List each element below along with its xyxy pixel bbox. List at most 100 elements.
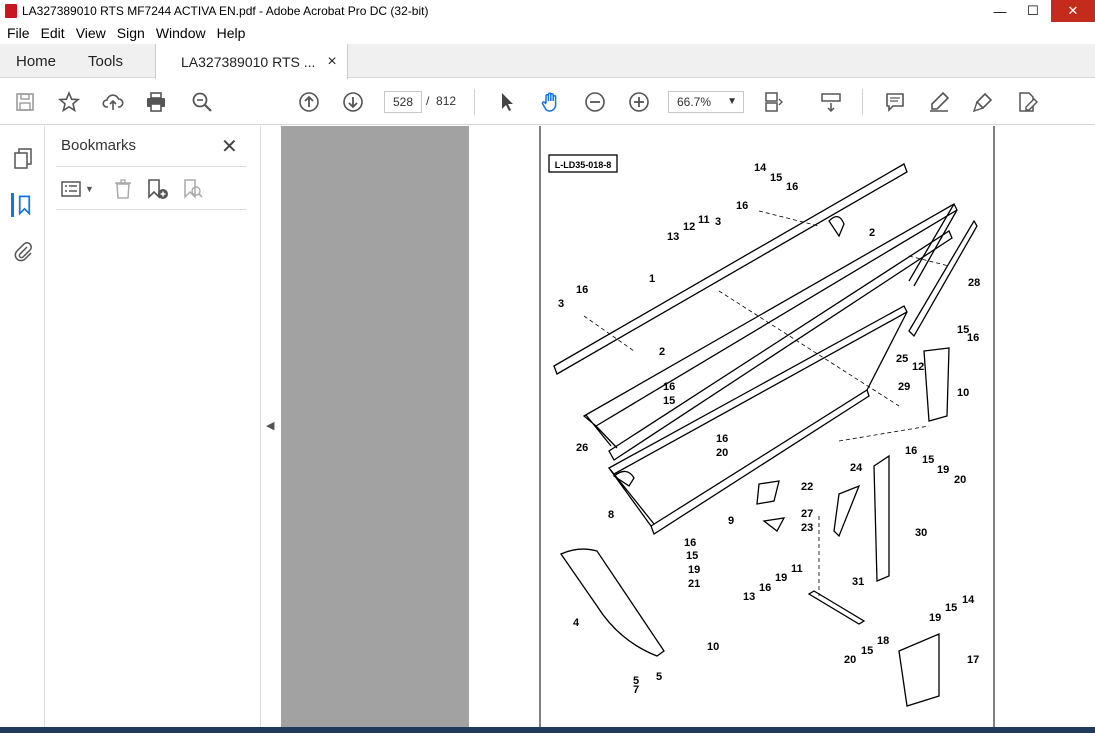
find-bookmark-button[interactable] xyxy=(182,178,204,203)
callout-number: 15 xyxy=(770,172,782,184)
callout-number: 25 xyxy=(896,353,908,365)
bookmark-options-button[interactable]: ▼ xyxy=(60,178,94,200)
callout-number: 27 xyxy=(801,508,813,520)
menu-bar: File Edit View Sign Window Help xyxy=(0,22,1095,44)
callout-number: 14 xyxy=(754,162,767,174)
part-28-rod xyxy=(908,219,978,338)
collapse-panel-icon[interactable]: ◀ xyxy=(266,419,274,432)
close-panel-icon[interactable]: ✕ xyxy=(221,134,238,159)
menu-window[interactable]: Window xyxy=(156,25,206,41)
scroll-mode-button[interactable] xyxy=(818,89,844,115)
callout-number: 14 xyxy=(962,594,975,606)
bookmark-star-button[interactable] xyxy=(56,89,82,115)
edit-document-icon xyxy=(1019,92,1038,112)
left-navigation-rail xyxy=(0,126,45,733)
reference-code: L-LD35-018-8 xyxy=(555,160,612,170)
comment-icon xyxy=(886,93,904,112)
tab-home[interactable]: Home xyxy=(16,44,56,78)
page-fit-button[interactable] xyxy=(760,89,786,115)
trash-icon xyxy=(115,179,131,199)
callout-number: 5 xyxy=(656,671,662,683)
part-31-rod xyxy=(807,590,866,625)
minus-circle-icon xyxy=(585,92,605,112)
callout-number: 4 xyxy=(573,617,580,629)
menu-sign[interactable]: Sign xyxy=(117,25,145,41)
save-button[interactable] xyxy=(12,89,38,115)
part-17-plate xyxy=(898,633,940,707)
bookmarks-button[interactable] xyxy=(11,193,35,217)
delete-bookmark-button[interactable] xyxy=(112,178,134,203)
select-tool-button[interactable] xyxy=(494,89,520,115)
callout-number: 20 xyxy=(716,447,728,459)
menu-view[interactable]: View xyxy=(76,25,106,41)
bookmarks-panel: Bookmarks ✕ ▼ xyxy=(46,126,260,733)
next-page-button[interactable] xyxy=(340,89,366,115)
callout-number: 18 xyxy=(877,635,889,647)
callout-number: 10 xyxy=(707,641,719,653)
bookmark-search-icon xyxy=(184,179,203,199)
page-thumbnails-icon xyxy=(14,148,32,169)
page-number-input[interactable]: 528 xyxy=(384,91,422,113)
menu-edit[interactable]: Edit xyxy=(41,25,65,41)
tab-tools[interactable]: Tools xyxy=(88,44,123,78)
new-bookmark-button[interactable] xyxy=(146,178,170,203)
star-icon xyxy=(58,91,80,113)
tab-close-icon[interactable]: × xyxy=(327,53,336,71)
upload-button[interactable] xyxy=(100,89,126,115)
callout-number: 31 xyxy=(852,576,864,588)
edit-pdf-button[interactable] xyxy=(1014,89,1040,115)
menu-help[interactable]: Help xyxy=(217,25,246,41)
callout-number: 15 xyxy=(945,602,957,614)
callout-number: 20 xyxy=(954,474,966,486)
callout-number: 3 xyxy=(558,298,564,310)
callout-number: 16 xyxy=(663,381,675,393)
page-thumbnails-button[interactable] xyxy=(11,146,35,170)
callout-number: 12 xyxy=(683,221,695,233)
callout-number: 5 xyxy=(633,675,639,687)
callout-number: 16 xyxy=(684,537,696,549)
zoom-out-button[interactable] xyxy=(582,89,608,115)
toolbar: 528 / 812 66.7% ▼ xyxy=(0,79,1095,125)
callout-number: 15 xyxy=(686,550,698,562)
callout-number: 15 xyxy=(861,645,873,657)
attachments-button[interactable] xyxy=(11,239,35,263)
menu-file[interactable]: File xyxy=(7,25,30,41)
tab-document[interactable]: LA327389010 RTS ... × xyxy=(155,44,348,79)
part-1-rail xyxy=(553,163,908,375)
callout-number: 2 xyxy=(659,346,665,358)
minimize-button[interactable]: — xyxy=(985,0,1015,22)
callout-number: 16 xyxy=(786,181,798,193)
close-window-button[interactable]: ✕ xyxy=(1051,0,1095,22)
sign-button[interactable] xyxy=(970,89,996,115)
chevron-down-icon: ▼ xyxy=(85,184,94,194)
chevron-down-icon: ▼ xyxy=(727,96,737,107)
comment-button[interactable] xyxy=(882,89,908,115)
highlighter-pen-icon xyxy=(930,91,950,112)
printer-icon xyxy=(147,92,165,112)
list-options-icon xyxy=(61,181,81,197)
highlight-button[interactable] xyxy=(926,89,952,115)
callout-number: 16 xyxy=(759,582,771,594)
previous-page-button[interactable] xyxy=(296,89,322,115)
print-button[interactable] xyxy=(143,89,169,115)
zoom-in-button[interactable] xyxy=(626,89,652,115)
callout-number: 13 xyxy=(743,591,755,603)
save-icon xyxy=(16,93,34,111)
callout-number: 16 xyxy=(967,332,979,344)
find-button[interactable] xyxy=(189,89,215,115)
leader-lines xyxy=(583,210,950,596)
callout-number: 30 xyxy=(915,527,927,539)
maximize-button[interactable]: ☐ xyxy=(1018,0,1048,22)
paperclip-icon xyxy=(14,242,32,262)
panel-splitter[interactable]: ◀ xyxy=(260,126,281,733)
callout-number: 22 xyxy=(801,481,813,493)
toolbar-divider xyxy=(862,89,863,115)
callout-number: 9 xyxy=(728,515,734,527)
zoom-select[interactable]: 66.7% ▼ xyxy=(668,91,744,113)
hand-tool-button[interactable] xyxy=(538,89,564,115)
keyboard-scroll-icon xyxy=(821,93,841,113)
callout-number: 19 xyxy=(937,464,949,476)
callout-number: 16 xyxy=(736,200,748,212)
arrow-down-circle-icon xyxy=(343,92,363,112)
callout-number: 16 xyxy=(905,445,917,457)
